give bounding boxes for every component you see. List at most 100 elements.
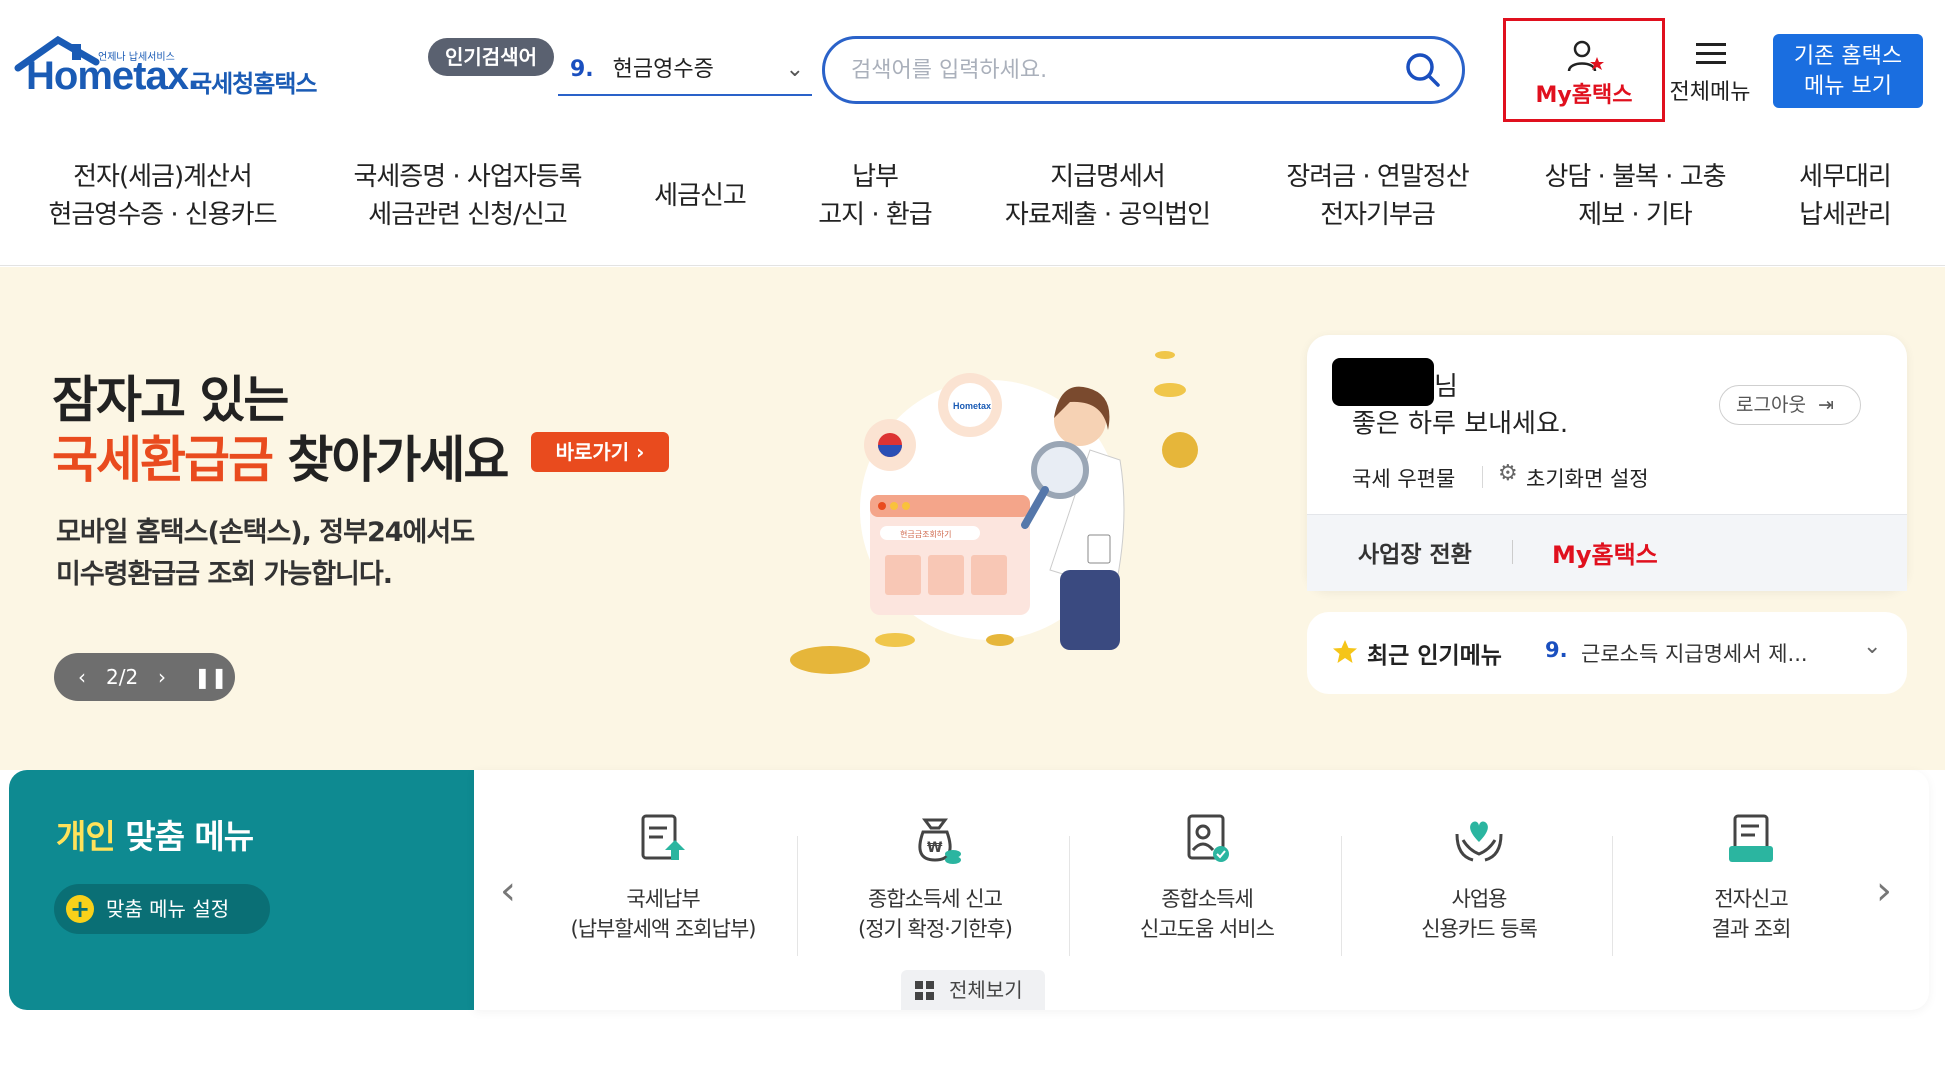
menu-item-label: 종합소득세 신고 (868, 887, 1003, 911)
nav-label: 제보 · 기타 (1578, 200, 1692, 230)
nav-item-invoice[interactable]: 전자(세금)계산서 현금영수증 · 신용카드 (30, 158, 295, 234)
pause-icon[interactable]: ❚❚ (194, 653, 228, 701)
nav-label: 전자기부금 (1320, 200, 1436, 230)
chevron-left-icon[interactable]: ‹ (500, 868, 516, 914)
divider (797, 836, 798, 956)
view-all-label: 전체보기 (949, 978, 1023, 1002)
recent-title: 최근 인기메뉴 (1367, 643, 1502, 669)
menu-item-label: 종합소득세 (1161, 887, 1254, 911)
custom-menu-settings-label: 맞춤 메뉴 설정 (106, 897, 230, 921)
chevron-right-icon[interactable]: › (1876, 868, 1892, 914)
custom-menu-item-business-card[interactable]: 사업용 신용카드 등록 (1364, 810, 1594, 944)
help-document-icon (1187, 814, 1229, 862)
banner-desc-1: 모바일 홈택스(손택스), 정부24에서도 (56, 517, 475, 548)
star-icon (1333, 640, 1357, 663)
chevron-right-icon[interactable]: › (158, 653, 166, 701)
banner-go-button[interactable]: 바로가기 › (531, 432, 669, 472)
laptop-illustration (870, 495, 1030, 615)
custom-menu-item-filing-help[interactable]: 종합소득세 신고도움 서비스 (1092, 810, 1322, 944)
nav-label: 장려금 · 연말정산 (1286, 162, 1469, 192)
nav-label: 현금영수증 · 신용카드 (48, 200, 277, 230)
custom-menu-title-rest: 맞춤 메뉴 (114, 817, 254, 856)
nav-item-payment[interactable]: 납부 고지 · 환급 (790, 158, 960, 234)
search-box (822, 36, 1465, 104)
nav-label: 국세증명 · 사업자등록 (353, 162, 582, 192)
logout-label: 로그아웃 (1736, 394, 1806, 416)
menu-item-label: 사업용 (1451, 887, 1508, 911)
search-input[interactable] (851, 51, 1371, 89)
home-setting-link[interactable]: 초기화면 설정 (1526, 463, 1649, 493)
recent-popular-menu[interactable]: 최근 인기메뉴 9. 근로소득 지급명세서 제... ⌄ (1307, 612, 1907, 694)
popular-term: 현금영수증 (612, 57, 714, 82)
logo-wordmark: Hometax. (26, 54, 199, 98)
banner-pager: ‹ 2/2 › ❚❚ (54, 653, 235, 701)
menu-item-sublabel: 결과 조회 (1711, 917, 1792, 941)
menu-item-sublabel: 신고도움 서비스 (1140, 917, 1275, 941)
divider (1482, 466, 1483, 488)
custom-menu-settings-button[interactable]: + 맞춤 메뉴 설정 (54, 884, 270, 934)
custom-menu-item-e-filing-result[interactable]: 전자신고 결과 조회 (1636, 810, 1866, 944)
nav-item-consultation[interactable]: 상담 · 불복 · 고충 제보 · 기타 (1520, 158, 1750, 234)
nav-item-tax-agent[interactable]: 세무대리 납세관리 (1775, 158, 1915, 234)
custom-menu-title: 개인 맞춤 메뉴 (56, 810, 254, 858)
korea-flag-badge (864, 419, 916, 471)
nav-label: 지급명세서 (1050, 162, 1166, 192)
nav-item-incentives[interactable]: 장려금 · 연말정산 전자기부금 (1265, 158, 1490, 234)
main-nav: 전자(세금)계산서 현금영수증 · 신용카드 국세증명 · 사업자등록 세금관련… (0, 148, 1945, 266)
switch-workplace-button[interactable]: 사업장 전환 (1358, 535, 1472, 569)
hometax-logo[interactable]: 언제나 납세서비스 Hometax. 국세청홈택스 (12, 34, 342, 114)
custom-menu-item-tax-payment[interactable]: 국세납부 (납부할세액 조회납부) (548, 810, 778, 944)
nav-item-statements[interactable]: 지급명세서 자료제출 · 공익법인 (990, 158, 1225, 234)
nav-label: 자료제출 · 공익법인 (1004, 200, 1211, 230)
nav-label: 전자(세금)계산서 (73, 162, 253, 192)
recent-value: 근로소득 지급명세서 제... (1581, 642, 1808, 666)
nav-label: 납세관리 (1799, 200, 1892, 230)
custom-menu-title-highlight: 개인 (56, 817, 116, 856)
user-greeting: 좋은 하루 보내세요. (1352, 409, 1569, 439)
menu-item-sublabel: (납부할세액 조회납부) (570, 917, 757, 941)
grid-icon (915, 981, 934, 1000)
divider (1069, 836, 1070, 956)
badge-label: Hometax (953, 401, 991, 411)
plus-icon: + (66, 895, 94, 923)
old-hometax-menu-button[interactable]: 기존 홈택스 메뉴 보기 (1773, 34, 1923, 108)
banner-highlight: 국세환급금 (52, 431, 274, 489)
pager-count: 2/2 (106, 665, 139, 689)
nav-item-tax-filing[interactable]: 세금신고 (620, 177, 780, 215)
tax-payment-icon (641, 814, 685, 860)
mailbox-link[interactable]: 국세 우편물 (1352, 463, 1455, 493)
money-bag-icon: ₩ (918, 818, 961, 864)
all-menu-button[interactable]: 전체메뉴 (1660, 36, 1760, 106)
laptop-label: 현금금조회하기 (900, 529, 952, 539)
nav-label: 고지 · 환급 (818, 200, 932, 230)
hamburger-icon (1696, 43, 1726, 64)
divider (1341, 836, 1342, 956)
svg-text:₩: ₩ (927, 840, 943, 856)
divider (1512, 540, 1513, 564)
banner-illustration: 현금금조회하기 Hometax (790, 351, 1198, 674)
user-star-icon (1567, 40, 1604, 72)
heart-hands-icon (1455, 821, 1503, 862)
recent-rank: 9. (1545, 638, 1568, 662)
logo-korean: 국세청홈택스 (190, 70, 317, 98)
custom-menu-item-income-tax[interactable]: ₩ 종합소득세 신고 (정기 확정·기한후) (820, 810, 1050, 944)
search-icon[interactable] (1404, 51, 1442, 89)
old-menu-line2: 메뉴 보기 (1804, 74, 1892, 99)
banner-headline-rest: 찾아가세요 (272, 431, 509, 489)
gear-icon: ⚙ (1498, 461, 1518, 486)
divider (1612, 836, 1613, 956)
my-hometax-button[interactable]: My홈택스 (1503, 18, 1665, 122)
view-all-button[interactable]: 전체보기 (901, 970, 1045, 1010)
popular-search-badge: 인기검색어 (428, 38, 554, 76)
logout-button[interactable]: 로그아웃 ⇥ (1719, 385, 1861, 425)
popular-search-select[interactable]: 9. 현금영수증 ⌄ (558, 44, 812, 96)
all-menu-label: 전체메뉴 (1669, 80, 1751, 105)
chevron-left-icon[interactable]: ‹ (78, 653, 86, 701)
nav-label: 상담 · 불복 · 고충 (1544, 162, 1726, 192)
menu-item-sublabel: 신용카드 등록 (1421, 917, 1538, 941)
banner-headline-2: 국세환급금 찾아가세요 (52, 420, 509, 492)
my-hometax-link[interactable]: My홈택스 (1552, 535, 1658, 570)
logout-icon: ⇥ (1817, 394, 1834, 416)
chevron-down-icon: ⌄ (785, 57, 804, 82)
nav-item-certificate[interactable]: 국세증명 · 사업자등록 세금관련 신청/신고 (335, 158, 600, 234)
